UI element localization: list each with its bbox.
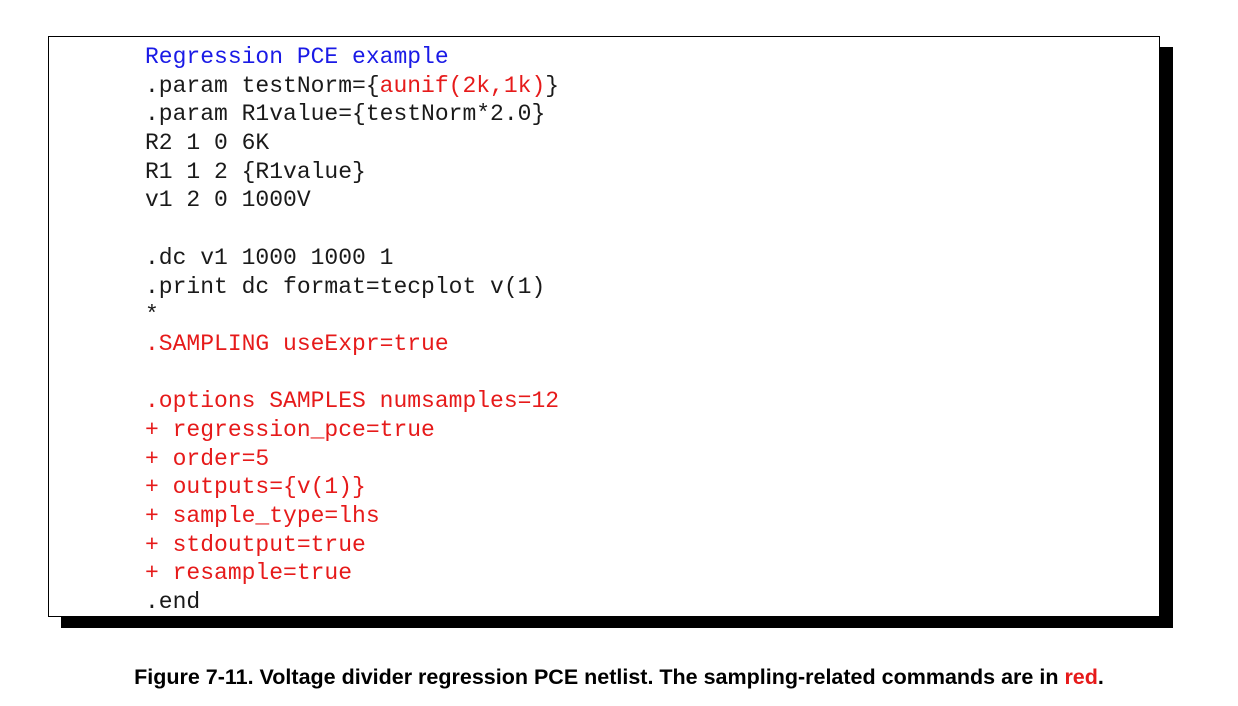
code-line-title: Regression PCE example xyxy=(145,44,449,70)
code-line-comment: * xyxy=(145,302,159,329)
code-line-param-r1value: .param R1value={testNorm*2.0} xyxy=(145,101,546,128)
code-line-options: .options SAMPLES numsamples=12 xyxy=(145,388,560,415)
caption-highlight: red xyxy=(1064,665,1098,689)
code-line-sampling: .SAMPLING useExpr=true xyxy=(145,330,449,357)
code-line-r1: R1 1 2 {R1value} xyxy=(145,158,366,185)
code-line-order: + order=5 xyxy=(145,445,270,472)
code-line-stdoutput: + stdoutput=true xyxy=(145,531,366,558)
caption-text: Figure 7-11. Voltage divider regression … xyxy=(134,665,1065,689)
code-line-regression-pce: + regression_pce=true xyxy=(145,416,435,443)
netlist-code-box: Regression PCE example .param testNorm={… xyxy=(48,36,1160,617)
code-fragment-aunif: aunif(2k,1k) xyxy=(379,72,546,99)
code-line-v1: v1 2 0 1000V xyxy=(145,187,311,214)
figure-caption: Figure 7-11. Voltage divider regression … xyxy=(0,665,1238,690)
code-line-outputs: + outputs={v(1)} xyxy=(145,474,366,501)
code-line-print: .print dc format=tecplot v(1) xyxy=(145,273,546,300)
caption-end: . xyxy=(1097,665,1104,689)
code-line-param-testnorm: .param testNorm={aunif(2k,1k)} xyxy=(145,72,559,101)
code-line-resample: + resample=true xyxy=(145,560,353,587)
code-line-r2: R2 1 0 6K xyxy=(145,130,270,157)
code-fragment: .param testNorm={ xyxy=(145,72,380,99)
code-line-end: .end xyxy=(145,589,201,616)
code-line-dc: .dc v1 1000 1000 1 xyxy=(145,244,394,271)
code-line-sample-type: + sample_type=lhs xyxy=(145,503,380,529)
netlist-code: Regression PCE example .param testNorm={… xyxy=(145,43,559,617)
code-fragment: } xyxy=(545,72,560,99)
